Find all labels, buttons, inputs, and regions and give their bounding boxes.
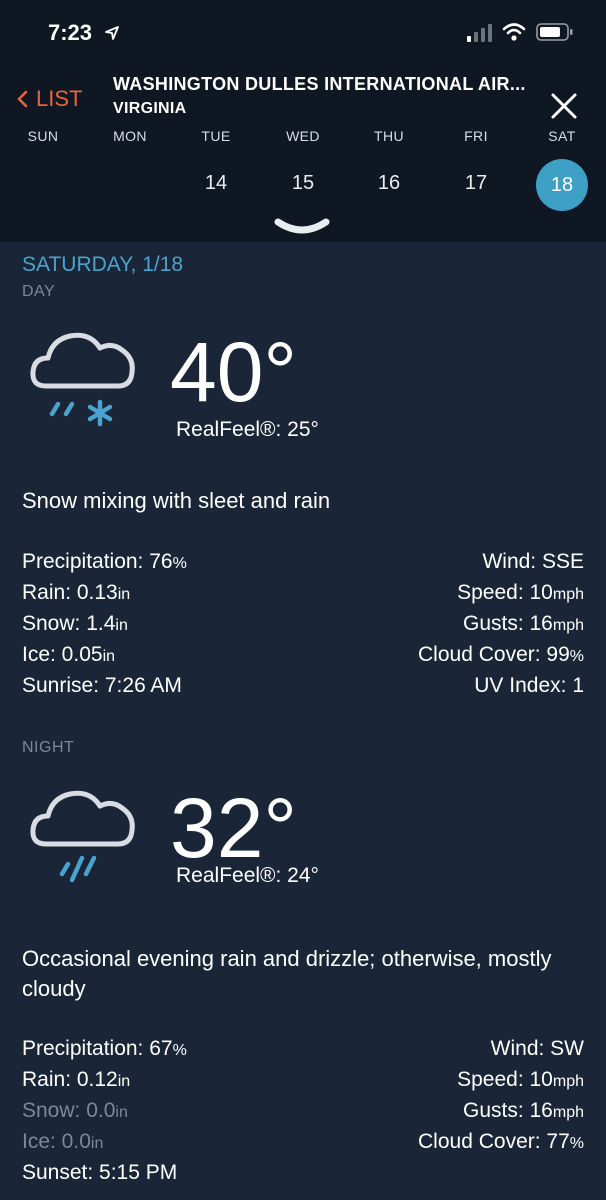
day-snow: Snow: 1.4in [22,612,128,635]
date-thu[interactable]: 16 [359,172,419,195]
status-time: 7:23 [48,20,93,45]
day-of-week-tue: TUE [201,128,231,144]
day-sunrise: Sunrise: 7:26 AM [22,674,182,697]
night-wind-speed: Speed: 10mph [457,1068,584,1091]
day-realfeel: RealFeel®: 25° [176,418,319,441]
day-gusts: Gusts: 16mph [462,612,584,635]
day-temperature: 40° [170,325,298,419]
night-rain: Rain: 0.12in [22,1068,131,1091]
battery-icon [536,23,573,41]
close-icon[interactable] [549,91,579,121]
night-sunset: Sunset: 5:15 PM [22,1161,178,1184]
chevron-left-icon [17,90,28,108]
night-section-label: NIGHT [22,739,75,756]
forecast-date-title: SATURDAY, 1/18 [22,253,184,276]
night-gusts: Gusts: 16mph [462,1099,584,1122]
night-precipitation: Precipitation: 67% [22,1037,187,1060]
day-rain: Rain: 0.13in [22,581,131,604]
date-sat-selected[interactable]: 18 [536,159,588,211]
day-description: Snow mixing with sleet and rain [22,488,331,513]
location-name: WASHINGTON DULLES INTERNATIONAL AIR... [113,74,526,94]
day-of-week-sun: SUN [27,128,59,144]
day-uv-index: UV Index: 1 [474,674,584,697]
location-arrow-icon [105,26,119,40]
day-of-week-sat: SAT [548,128,576,144]
cellular-signal-icon [467,24,492,42]
night-temperature: 32° [170,781,298,875]
night-ice: Ice: 0.0in [22,1130,104,1153]
day-of-week-mon: MON [113,128,147,144]
night-snow: Snow: 0.0in [22,1099,128,1122]
day-wind-speed: Speed: 10mph [457,581,584,604]
wifi-icon [502,23,526,41]
day-of-week-fri: FRI [464,128,488,144]
day-wind: Wind: SSE [482,550,584,573]
day-of-week-thu: THU [374,128,404,144]
drawer-handle-icon[interactable] [274,216,330,240]
date-fri[interactable]: 17 [446,172,506,195]
cloud-rain-icon [30,790,135,883]
day-precipitation: Precipitation: 76% [22,550,187,573]
date-tue[interactable]: 14 [186,172,246,195]
day-section-label: DAY [22,283,56,300]
cloud-sleet-snow-icon [30,332,135,427]
back-label: LIST [36,86,83,111]
day-ice: Ice: 0.05in [22,643,116,666]
date-wed[interactable]: 15 [273,172,333,195]
night-cloud-cover: Cloud Cover: 77% [418,1130,584,1153]
night-realfeel: RealFeel®: 24° [176,864,319,887]
night-description: Occasional evening rain and drizzle; oth… [22,946,552,1001]
night-wind: Wind: SW [490,1037,584,1060]
location-region: VIRGINIA [113,100,187,117]
day-cloud-cover: Cloud Cover: 99% [418,643,584,666]
back-to-list-button[interactable]: LIST [16,86,82,112]
day-of-week-wed: WED [286,128,320,144]
